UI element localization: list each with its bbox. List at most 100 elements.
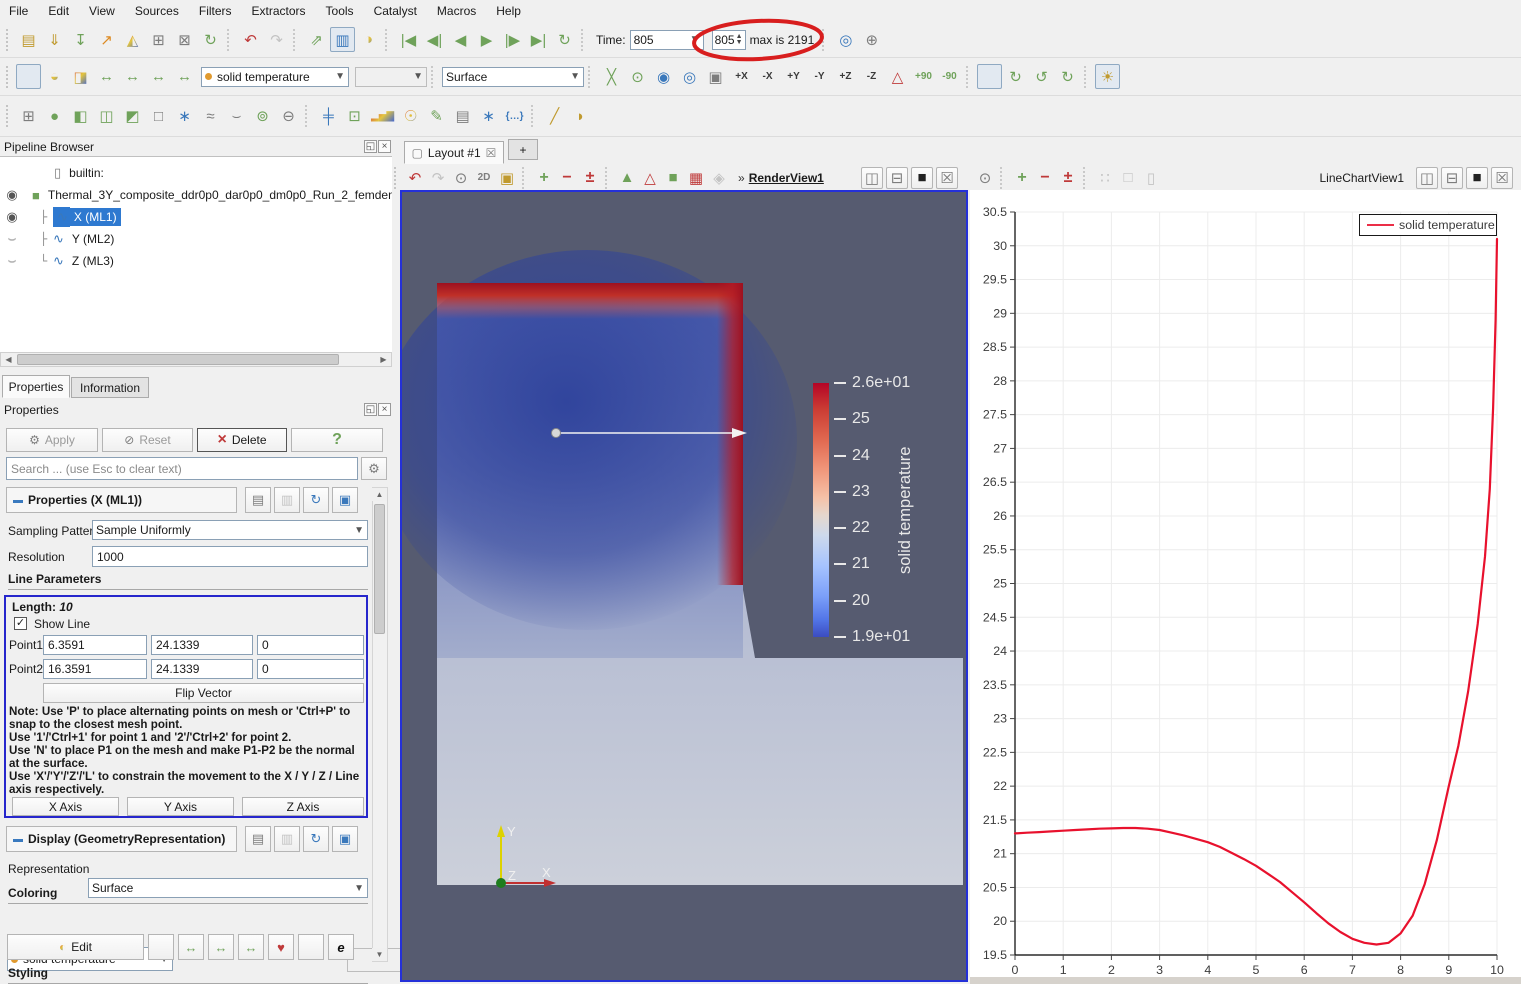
zoom-to-box-icon[interactable]: ▣	[703, 64, 728, 89]
select-cells-through-icon[interactable]: ■	[662, 167, 684, 189]
view-plus-x-icon[interactable]: +X	[729, 64, 754, 89]
server-connect-icon[interactable]: ⊞	[146, 27, 171, 52]
pipeline-item-x-ml1[interactable]: ◉ ├ ∿ X (ML1)	[0, 206, 392, 228]
chart-add-selection-icon[interactable]: +	[1011, 167, 1033, 189]
threshold-icon[interactable]: ◩	[120, 104, 145, 129]
menu-item[interactable]: Sources	[135, 4, 179, 18]
interactive-select-icon[interactable]: ◈	[708, 167, 730, 189]
select-points-through-icon[interactable]: ▦	[685, 167, 707, 189]
extract-selection-icon[interactable]: ⊡	[342, 104, 367, 129]
reset-defaults-icon[interactable]: ↻	[303, 487, 329, 513]
chevron-down-icon[interactable]: ▼	[685, 34, 700, 45]
scrollbar-thumb[interactable]	[17, 354, 339, 365]
delete-button[interactable]: × Delete	[197, 428, 287, 452]
resolution-input[interactable]: 1000	[92, 546, 368, 567]
chart-select-region-icon[interactable]: □	[1117, 167, 1139, 189]
play-icon[interactable]: ▶	[474, 27, 499, 52]
tab-properties[interactable]: Properties	[2, 375, 70, 398]
close-tab-icon[interactable]: ☒	[486, 146, 497, 160]
view-minus-x-icon[interactable]: -X	[755, 64, 780, 89]
add-selection-icon[interactable]: +	[533, 167, 555, 189]
point2-x-input[interactable]: 16.3591	[43, 659, 147, 679]
search-options-button[interactable]: ⚙	[361, 457, 387, 480]
scrollbar-thumb[interactable]	[374, 504, 385, 634]
visibility-toggle-icon[interactable]: ◉	[0, 187, 24, 203]
menu-item[interactable]: Edit	[48, 4, 69, 18]
visibility-toggle-icon[interactable]: ⌣	[0, 253, 24, 269]
select-cells-on-icon[interactable]: ▲	[616, 167, 638, 189]
zoom-search-icon[interactable]: ◎	[833, 27, 858, 52]
maximize-view-icon[interactable]: ■	[1466, 167, 1488, 189]
section-properties-header[interactable]: ▬ Properties (X (ML1))	[6, 487, 237, 513]
histogram-icon[interactable]: ▂▅▇	[368, 104, 397, 129]
slice-icon[interactable]: ◫	[94, 104, 119, 129]
warp-icon[interactable]: ⌣	[224, 104, 249, 129]
render-view[interactable]: Y X Z 2.6e+012524232221201.9e+01 solid t…	[400, 190, 968, 982]
menu-item[interactable]: Help	[496, 4, 521, 18]
spinner-arrows-icon[interactable]: ▲▼	[736, 34, 743, 46]
extract-block-icon[interactable]: ⊖	[276, 104, 301, 129]
plot-data-icon[interactable]: ✎	[424, 104, 449, 129]
light-kit-icon[interactable]: ☀	[1095, 64, 1120, 89]
menu-item[interactable]: Filters	[199, 4, 232, 18]
scroll-up-icon[interactable]: ▲	[372, 488, 387, 501]
save-defaults-icon[interactable]: ▣	[332, 487, 358, 513]
undock-panel-icon[interactable]: ◱	[364, 403, 377, 416]
protractor-icon[interactable]: ◗	[568, 104, 593, 129]
capture-add-icon[interactable]: ⊕	[859, 27, 884, 52]
pipeline-item-y-ml2[interactable]: ⌣ ├ ∿ Y (ML2)	[0, 228, 392, 250]
reset-session-icon[interactable]: ↻	[198, 27, 223, 52]
z-axis-button[interactable]: Z Axis	[242, 797, 364, 816]
plot-over-time-icon[interactable]: ☉	[398, 104, 423, 129]
rotate-90-ccw-icon[interactable]: -90	[937, 64, 962, 89]
color-map-flask-icon[interactable]: ◭	[120, 27, 145, 52]
select-points-on-icon[interactable]: △	[639, 167, 661, 189]
visibility-toggle-icon[interactable]: ◉	[0, 209, 24, 225]
pipeline-item-source[interactable]: ◉ ■ Thermal_3Y_composite_ddr0p0_dar0p0_d…	[0, 184, 392, 206]
load-state-icon[interactable]: ↗	[94, 27, 119, 52]
point1-z-input[interactable]: 0	[257, 635, 364, 655]
rescale-data-range-icon[interactable]: ↔	[94, 64, 119, 89]
x-axis-button[interactable]: X Axis	[12, 797, 119, 816]
properties-vscrollbar[interactable]: ▲ ▼	[372, 487, 388, 962]
first-frame-icon[interactable]: |◀	[396, 27, 421, 52]
color-legend-toggle-icon[interactable]: ▮	[298, 934, 324, 960]
last-frame-icon[interactable]: ▶|	[526, 27, 551, 52]
section-display-header[interactable]: ▬ Display (GeometryRepresentation)	[6, 826, 237, 852]
close-view-icon[interactable]: ☒	[1491, 167, 1513, 189]
zoom-to-box-icon[interactable]: ▣	[496, 167, 518, 189]
point1-y-input[interactable]: 24.1339	[151, 635, 253, 655]
new-layout-tab[interactable]: +	[508, 139, 538, 160]
color-array-combobox[interactable]: solid temperature ▼	[201, 67, 349, 87]
glyph-icon[interactable]: ∗	[172, 104, 197, 129]
line-chart-view[interactable]: 19.52020.52121.52222.52323.52424.52525.5…	[970, 190, 1521, 984]
play-backward-icon[interactable]: ◀	[448, 27, 473, 52]
view-minus-z-icon[interactable]: -Z	[859, 64, 884, 89]
point2-y-input[interactable]: 24.1339	[151, 659, 253, 679]
undock-panel-icon[interactable]: ◱	[364, 140, 377, 153]
pipeline-item-z-ml3[interactable]: ⌣ └ ∿ Z (ML3)	[0, 250, 392, 272]
undo-icon[interactable]: ↶	[238, 27, 263, 52]
rescale-custom-range-icon[interactable]: ↔	[120, 64, 145, 89]
equalize-colors-icon[interactable]: e	[328, 934, 354, 960]
chart-select-points-icon[interactable]: ∷	[1094, 167, 1116, 189]
subtract-selection-icon[interactable]: −	[556, 167, 578, 189]
view-plus-z-icon[interactable]: +Z	[833, 64, 858, 89]
auto-apply-icon[interactable]: ▥	[330, 27, 355, 52]
copy-properties-icon[interactable]: ▤	[245, 826, 271, 852]
edit-color-map-icon[interactable]: ◒	[42, 64, 67, 89]
edit-color-map-icon[interactable]: ◨	[148, 934, 174, 960]
camera-redo-icon[interactable]: ↷	[427, 167, 449, 189]
camera-orientation-icon[interactable]: ⌖	[977, 64, 1002, 89]
rotate-90-cw-icon[interactable]: +90	[911, 64, 936, 89]
reset-range-icon[interactable]: ◨	[68, 64, 93, 89]
split-vertical-icon[interactable]: ⊟	[886, 167, 908, 189]
pipeline-hscrollbar[interactable]: ◀ ▶	[0, 352, 392, 367]
component-combobox[interactable]: ▼	[355, 67, 427, 87]
edit-color-map-button[interactable]: ◐ Edit	[7, 934, 144, 960]
reset-defaults-icon[interactable]: ↻	[303, 826, 329, 852]
save-state-icon[interactable]: ↧	[68, 27, 93, 52]
calculator-icon[interactable]: ⊞	[16, 104, 41, 129]
zoom-to-data-icon[interactable]: ⊙	[625, 64, 650, 89]
rescale-custom-icon[interactable]: ↔	[208, 934, 234, 960]
